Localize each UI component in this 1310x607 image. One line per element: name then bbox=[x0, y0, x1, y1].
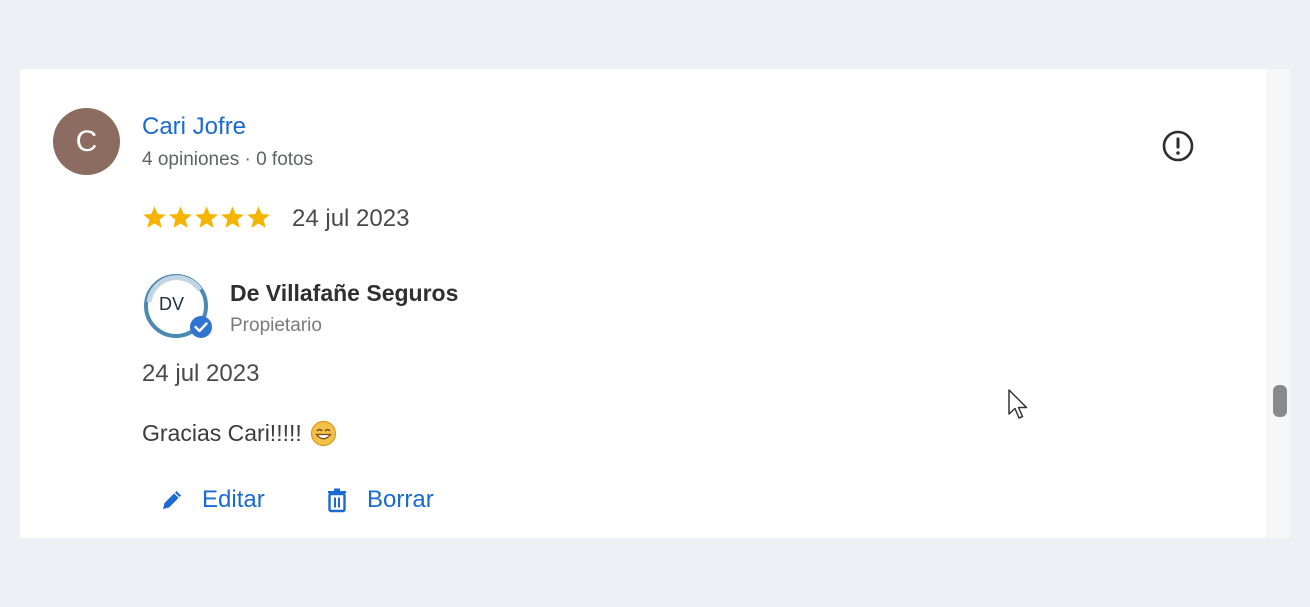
owner-logo[interactable]: DV bbox=[141, 272, 215, 342]
reviewer-stats: 4 opiniones · 0 fotos bbox=[142, 149, 314, 170]
verified-badge-icon bbox=[190, 316, 212, 338]
delete-reply-button[interactable]: Borrar bbox=[323, 482, 434, 518]
report-flag-icon[interactable] bbox=[1160, 128, 1196, 164]
reply-text-content: Gracias Cari!!!!! bbox=[142, 420, 302, 446]
edit-reply-button[interactable]: Editar bbox=[158, 482, 265, 518]
star-icon bbox=[169, 206, 192, 228]
star-icon bbox=[195, 206, 218, 228]
reviewer-avatar[interactable]: C bbox=[53, 108, 120, 175]
star-icon bbox=[143, 206, 166, 228]
grinning-face-emoji-icon bbox=[310, 420, 336, 447]
owner-name: De Villafañe Seguros bbox=[230, 280, 459, 306]
star-icon bbox=[247, 206, 270, 228]
review-date: 24 jul 2023 bbox=[292, 205, 410, 232]
scrollbar-thumb[interactable] bbox=[1273, 385, 1287, 417]
mouse-pointer-icon bbox=[1008, 389, 1028, 419]
avatar-initial: C bbox=[75, 124, 98, 158]
delete-label: Borrar bbox=[367, 486, 434, 513]
edit-label: Editar bbox=[202, 486, 265, 513]
reply-date: 24 jul 2023 bbox=[142, 360, 260, 387]
rating-stars bbox=[142, 205, 271, 235]
owner-logo-text: DV bbox=[159, 294, 184, 314]
owner-role: Propietario bbox=[230, 315, 322, 336]
reviewer-name-link[interactable]: Cari Jofre bbox=[142, 113, 246, 141]
scrollbar-track[interactable] bbox=[1266, 69, 1290, 538]
star-icon bbox=[221, 206, 244, 228]
reply-text: Gracias Cari!!!!! bbox=[142, 420, 337, 447]
trash-icon bbox=[328, 488, 346, 513]
pencil-icon bbox=[163, 491, 181, 509]
